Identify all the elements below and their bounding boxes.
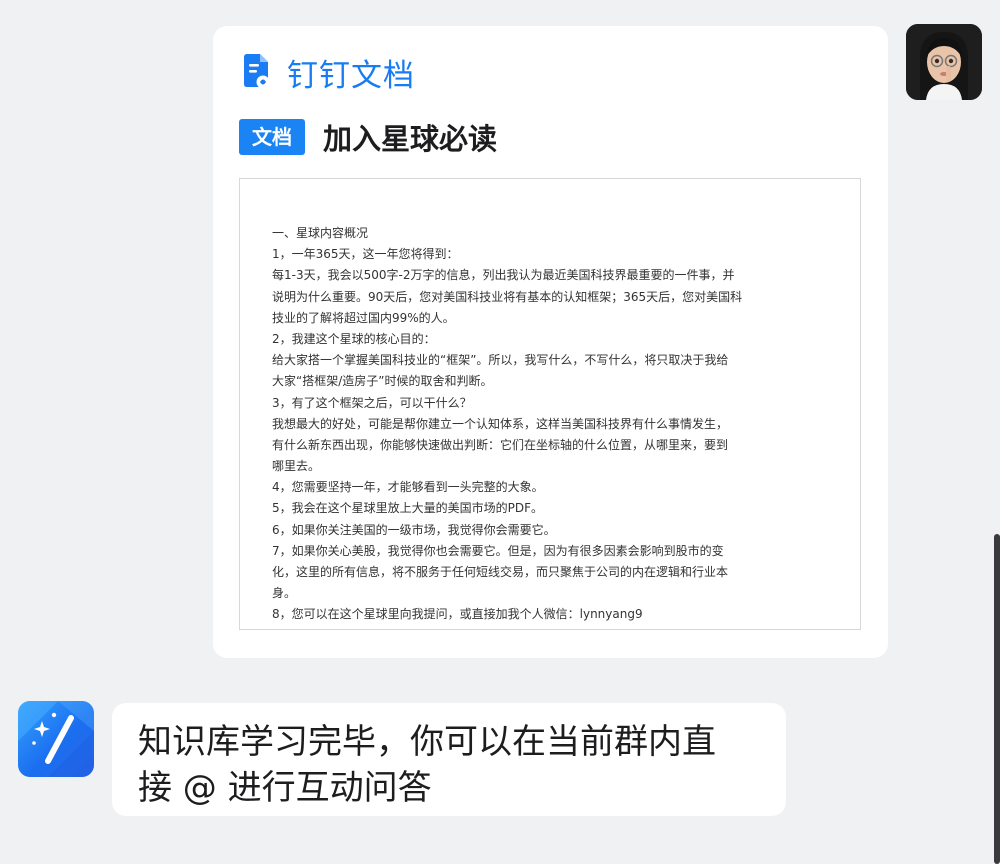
document-card[interactable]: 钉钉文档 文档 加入星球必读 一、星球内容概况 1，一年365天，这一年您将得到：…	[213, 26, 888, 658]
doc-title-row: 文档 加入星球必读	[239, 116, 497, 158]
preview-line: 1，一年365天，这一年您将得到：	[272, 247, 459, 262]
preview-text: 一、星球内容概况 1，一年365天，这一年您将得到： 每1-3天，我会以500字-2…	[272, 223, 802, 630]
bot-message-line-1: 知识库学习完毕，你可以在当前群内直	[138, 722, 716, 762]
magic-wand-icon	[18, 701, 94, 777]
scrollbar[interactable]	[994, 534, 1000, 864]
preview-line: 大家“搭框架/造房子”时候的取舍和判断。	[272, 374, 493, 389]
preview-line: 6，如果你关注美国的一级市场，我觉得你会需要它。	[272, 522, 556, 537]
bot-message-bubble[interactable]: 知识库学习完毕，你可以在当前群内直 接 @ 进行互动问答	[112, 703, 786, 816]
preview-line: 7，如果你关心美股，我觉得你也会需要它。但是，因为有很多因素会影响到股市的变	[272, 543, 724, 558]
preview-line: 给大家搭一个掌握美国科技业的“框架”。所以，我写什么，不写什么，将只取决于我给	[272, 353, 729, 368]
preview-line: 4，您需要坚持一年，才能够看到一头完整的大象。	[272, 480, 544, 495]
bot-avatar[interactable]	[18, 701, 94, 777]
preview-line: 2，我建这个星球的核心目的：	[272, 331, 436, 346]
preview-line: 9，我们已建立星球的官方微信群，原因是：现在大家的文字阅读，基本都在微信上完	[272, 626, 802, 630]
preview-line: 身。	[272, 586, 297, 601]
brand-name: 钉钉文档	[287, 57, 415, 94]
preview-line: 3，有了这个框架之后，可以干什么？	[272, 395, 472, 410]
preview-line: 8，您可以在这个星球里向我提问，或直接加我个人微信：lynnyang9	[272, 607, 643, 622]
dingtalk-doc-icon	[244, 54, 270, 89]
doc-title[interactable]: 加入星球必读	[323, 116, 497, 158]
bot-message-line-2: 接 @ 进行互动问答	[138, 768, 432, 808]
preview-line: 每1-3天，我会以500字-2万字的信息，列出我认为最近美国科技界最重要的一件事…	[272, 268, 735, 283]
preview-line: 说明为什么重要。90天后，您对美国科技业将有基本的认知框架；365天后，您对美国…	[272, 289, 743, 304]
preview-line: 哪里去。	[272, 459, 321, 474]
user-avatar[interactable]	[906, 24, 982, 100]
preview-line: 化，这里的所有信息，将不服务于任何短线交易，而只聚焦于公司的内在逻辑和行业本	[272, 565, 729, 579]
preview-line: 技业的了解将超过国内99%的人。	[272, 310, 455, 325]
preview-line: 5，我会在这个星球里放上大量的美国市场的PDF。	[272, 501, 544, 516]
preview-line: 有什么新东西出现，你能够快速做出判断：它们在坐标轴的什么位置，从哪里来，要到	[272, 437, 729, 452]
doc-type-badge: 文档	[239, 119, 305, 155]
preview-line: 我想最大的好处，可能是帮你建立一个认知体系，这样当美国科技界有什么事情发生，	[272, 416, 729, 431]
preview-line: 一、星球内容概况	[272, 226, 369, 240]
document-preview[interactable]: 一、星球内容概况 1，一年365天，这一年您将得到： 每1-3天，我会以500字-2…	[239, 178, 861, 630]
card-header: 钉钉文档	[241, 52, 415, 94]
